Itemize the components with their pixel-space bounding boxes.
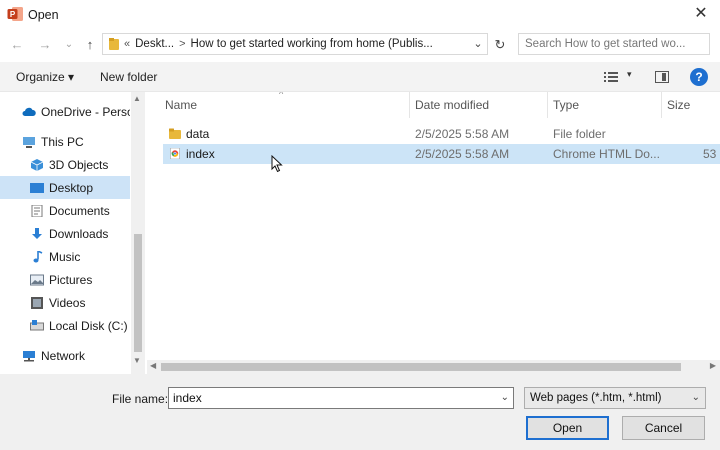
network-icon bbox=[23, 350, 35, 361]
file-name: data bbox=[186, 127, 210, 141]
sidebar-item-label: Pictures bbox=[49, 272, 93, 287]
sidebar-item-label: Local Disk (C:) bbox=[49, 318, 128, 333]
file-size: 53 bbox=[703, 147, 717, 161]
file-row-data[interactable]: data 2/5/2025 5:58 AM File folder bbox=[163, 124, 720, 144]
sidebar-item-pictures[interactable]: Pictures bbox=[0, 268, 130, 291]
sidebar-item-downloads[interactable]: Downloads bbox=[0, 222, 130, 245]
file-type: File folder bbox=[553, 127, 606, 141]
refresh-icon[interactable]: ↻ bbox=[491, 36, 509, 54]
column-divider[interactable] bbox=[661, 92, 662, 118]
address-chevron[interactable]: > bbox=[179, 38, 185, 50]
column-divider[interactable] bbox=[409, 92, 410, 118]
file-type-value: Web pages (*.htm, *.html) bbox=[530, 392, 662, 404]
up-button[interactable]: ↑ bbox=[82, 36, 98, 54]
sidebar-item-desktop[interactable]: Desktop bbox=[0, 176, 130, 199]
mouse-cursor-icon bbox=[271, 155, 283, 173]
chrome-html-icon bbox=[170, 148, 180, 159]
open-button[interactable]: Open bbox=[526, 416, 609, 440]
address-segment-folder[interactable]: How to get started working from home (Pu… bbox=[191, 38, 433, 50]
address-segment-desktop[interactable]: Deskt... bbox=[135, 38, 174, 50]
sidebar-item-label: Downloads bbox=[49, 226, 109, 241]
sidebar-item-local-disk[interactable]: Local Disk (C:) bbox=[0, 314, 130, 337]
horizontal-scrollbar[interactable]: ◀ ▶ bbox=[147, 360, 720, 374]
folder-icon bbox=[169, 128, 181, 139]
address-dropdown-icon[interactable]: ⌄ bbox=[471, 37, 485, 51]
sidebar-item-label: Desktop bbox=[49, 180, 94, 195]
horizontal-scroll-thumb[interactable] bbox=[161, 363, 681, 371]
sidebar-item-music[interactable]: Music bbox=[0, 245, 130, 268]
column-header-size[interactable]: Size bbox=[667, 98, 690, 112]
sidebar-item-label: OneDrive - Person bbox=[41, 104, 130, 119]
address-overflow[interactable]: « bbox=[124, 38, 130, 50]
forward-button[interactable]: → bbox=[37, 36, 53, 54]
sidebar-item-3d-objects[interactable]: 3D Objects bbox=[0, 153, 130, 176]
file-row-index[interactable]: index 2/5/2025 5:58 AM Chrome HTML Do...… bbox=[163, 144, 720, 164]
sidebar-item-videos[interactable]: Videos bbox=[0, 291, 130, 314]
powerpoint-icon: P bbox=[7, 7, 23, 21]
sidebar-item-label: Network bbox=[41, 348, 86, 363]
scroll-up-icon[interactable]: ▲ bbox=[133, 94, 141, 103]
file-type-select[interactable]: Web pages (*.htm, *.html) ⌄ bbox=[524, 387, 706, 409]
title-bar: P Open ✕ bbox=[0, 0, 720, 30]
sort-indicator-icon: ^ bbox=[279, 92, 284, 99]
file-name-label: File name: bbox=[112, 392, 169, 406]
file-list: ^ Name Date modified Type Size data 2/5/… bbox=[147, 92, 720, 360]
file-name: index bbox=[186, 147, 215, 161]
chevron-down-icon[interactable]: ⌄ bbox=[692, 388, 700, 408]
file-date: 2/5/2025 5:58 AM bbox=[415, 127, 510, 141]
scroll-down-icon[interactable]: ▼ bbox=[133, 356, 141, 365]
cloud-icon bbox=[22, 107, 36, 116]
video-icon bbox=[31, 296, 43, 309]
music-icon bbox=[33, 250, 43, 262]
sidebar-item-network[interactable]: Network bbox=[0, 344, 130, 367]
desktop-icon bbox=[30, 182, 44, 193]
cube-icon bbox=[30, 158, 44, 171]
command-toolbar: Organize ▾ New folder ▾ ? bbox=[0, 62, 720, 92]
close-button[interactable]: ✕ bbox=[690, 4, 712, 24]
cancel-button[interactable]: Cancel bbox=[622, 416, 705, 440]
view-dropdown-icon[interactable]: ▾ bbox=[627, 69, 632, 80]
sidebar-scrollbar[interactable]: ▲ ▼ bbox=[131, 92, 145, 374]
view-options-icon[interactable] bbox=[604, 71, 618, 83]
file-name-value: index bbox=[173, 391, 202, 405]
sidebar-item-label: Videos bbox=[49, 295, 86, 310]
navigation-bar: ← → ⌄ ↑ « Deskt... > How to get started … bbox=[0, 32, 720, 58]
new-folder-button[interactable]: New folder bbox=[100, 70, 157, 84]
navigation-pane: OneDrive - Person This PC 3D Objects Des… bbox=[0, 92, 130, 374]
picture-icon bbox=[30, 274, 44, 285]
file-date: 2/5/2025 5:58 AM bbox=[415, 147, 510, 161]
window-title: Open bbox=[28, 8, 59, 22]
organize-button[interactable]: Organize ▾ bbox=[16, 70, 74, 84]
download-icon bbox=[32, 227, 42, 239]
help-icon[interactable]: ? bbox=[690, 68, 708, 86]
search-input[interactable]: Search How to get started wo... bbox=[518, 33, 710, 55]
dialog-footer: File name: index ⌄ Web pages (*.htm, *.h… bbox=[0, 374, 720, 450]
chevron-down-icon[interactable]: ⌄ bbox=[501, 388, 509, 408]
sidebar-item-label: This PC bbox=[41, 134, 84, 149]
sidebar-item-onedrive[interactable]: OneDrive - Person bbox=[0, 100, 130, 123]
svg-text:P: P bbox=[10, 10, 16, 19]
sidebar-item-label: Music bbox=[49, 249, 81, 264]
column-divider[interactable] bbox=[547, 92, 548, 118]
file-name-input[interactable]: index ⌄ bbox=[168, 387, 514, 409]
computer-icon bbox=[23, 136, 35, 148]
preview-pane-icon[interactable] bbox=[655, 71, 669, 83]
sidebar-scroll-thumb[interactable] bbox=[134, 234, 142, 352]
sidebar-item-label: Documents bbox=[49, 203, 110, 218]
scroll-right-icon[interactable]: ▶ bbox=[710, 361, 716, 370]
sidebar-item-this-pc[interactable]: This PC bbox=[0, 130, 130, 153]
scroll-left-icon[interactable]: ◀ bbox=[150, 361, 156, 370]
back-button[interactable]: ← bbox=[9, 36, 25, 54]
address-bar[interactable]: « Deskt... > How to get started working … bbox=[102, 33, 488, 55]
folder-icon bbox=[109, 38, 119, 50]
column-header-type[interactable]: Type bbox=[553, 98, 579, 112]
file-type: Chrome HTML Do... bbox=[553, 147, 660, 161]
disk-icon bbox=[30, 319, 44, 330]
column-header-name[interactable]: Name bbox=[165, 98, 197, 112]
sidebar-item-label: 3D Objects bbox=[49, 157, 109, 172]
recent-locations-button[interactable]: ⌄ bbox=[61, 36, 77, 54]
sidebar-item-documents[interactable]: Documents bbox=[0, 199, 130, 222]
document-icon bbox=[31, 204, 43, 217]
column-header-date-modified[interactable]: Date modified bbox=[415, 98, 489, 112]
